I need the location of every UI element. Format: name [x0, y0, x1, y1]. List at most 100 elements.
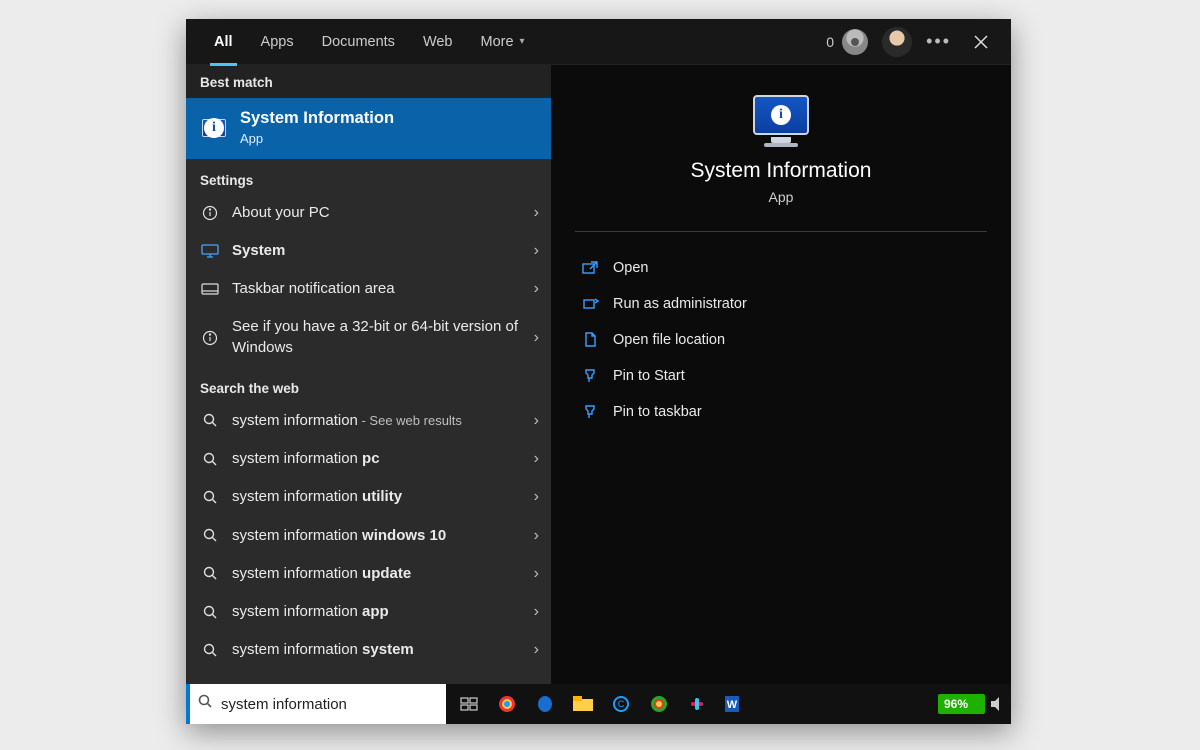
chevron-right-icon: › — [534, 603, 539, 621]
taskbar: C W 96% — [186, 684, 1011, 724]
app-icon-circle[interactable]: C — [604, 687, 638, 721]
web-result-windows-10[interactable]: system information windows 10 › — [186, 517, 551, 555]
chevron-right-icon: › — [534, 527, 539, 545]
action-label: Pin to Start — [613, 368, 685, 384]
web-result-see-web-results[interactable]: system information - See web results › — [186, 402, 551, 440]
chevron-right-icon: › — [534, 242, 539, 260]
info-icon — [200, 203, 220, 223]
web-result-label: system information update — [232, 564, 522, 584]
action-label: Run as administrator — [613, 296, 747, 312]
action-label: Open — [613, 260, 648, 276]
task-view-icon[interactable] — [452, 687, 486, 721]
section-header-search-web: Search the web — [186, 367, 551, 402]
settings-32-64-bit[interactable]: See if you have a 32-bit or 64-bit versi… — [186, 308, 551, 367]
detail-subtitle: App — [691, 189, 872, 205]
search-icon — [200, 449, 220, 469]
start-search-window: All Apps Documents Web More ▾ 0 ••• Best… — [186, 19, 1011, 724]
section-header-settings: Settings — [186, 159, 551, 194]
chrome-icon-2[interactable] — [642, 687, 676, 721]
monitor-icon — [200, 241, 220, 261]
search-icon — [200, 640, 220, 660]
search-input[interactable] — [221, 696, 438, 713]
chevron-right-icon: › — [534, 641, 539, 659]
divider — [575, 231, 987, 232]
detail-header: System Information App — [691, 95, 872, 205]
action-open[interactable]: Open — [575, 250, 987, 286]
close-icon — [974, 35, 988, 49]
word-icon[interactable]: W — [718, 687, 752, 721]
chevron-right-icon: › — [534, 329, 539, 347]
tab-more-label: More — [481, 34, 514, 50]
action-pin-to-start[interactable]: Pin to Start — [575, 358, 987, 394]
svg-text:W: W — [727, 699, 738, 711]
sound-icon[interactable] — [989, 687, 1005, 721]
more-options-button[interactable]: ••• — [926, 31, 951, 52]
tab-documents[interactable]: Documents — [308, 19, 409, 65]
search-icon — [198, 694, 213, 714]
chevron-right-icon: › — [534, 412, 539, 430]
settings-system[interactable]: System › — [186, 232, 551, 270]
medal-icon — [842, 29, 868, 55]
settings-about-your-pc[interactable]: About your PC › — [186, 194, 551, 232]
web-result-label: system information - See web results — [232, 411, 522, 431]
web-result-update[interactable]: system information update › — [186, 555, 551, 593]
tab-all[interactable]: All — [200, 19, 247, 65]
rewards-indicator[interactable]: 0 — [826, 29, 868, 55]
web-result-pc[interactable]: system information pc › — [186, 440, 551, 478]
section-header-best-match: Best match — [186, 65, 551, 98]
open-icon — [581, 259, 599, 277]
settings-item-label: Taskbar notification area — [232, 279, 522, 299]
action-label: Pin to taskbar — [613, 404, 702, 420]
settings-item-label: About your PC — [232, 203, 522, 223]
action-run-as-administrator[interactable]: Run as administrator — [575, 286, 987, 322]
tab-web[interactable]: Web — [409, 19, 467, 65]
search-icon — [200, 487, 220, 507]
search-results-list: Best match System Information App Settin… — [186, 65, 551, 684]
search-filter-tabs: All Apps Documents Web More ▾ 0 ••• — [186, 19, 1011, 65]
best-match-system-information[interactable]: System Information App — [186, 98, 551, 159]
best-match-title: System Information — [240, 109, 394, 127]
battery-indicator[interactable]: 96% — [938, 694, 985, 714]
chevron-right-icon: › — [534, 280, 539, 298]
search-icon — [200, 411, 220, 431]
pin-icon — [581, 367, 599, 385]
web-result-system[interactable]: system information system › — [186, 631, 551, 669]
taskbar-icon — [200, 279, 220, 299]
slack-icon[interactable] — [680, 687, 714, 721]
svg-text:C: C — [618, 699, 625, 709]
chevron-right-icon: › — [534, 204, 539, 222]
tab-more[interactable]: More ▾ — [467, 19, 539, 65]
web-result-label: system information pc — [232, 449, 522, 469]
file-explorer-icon[interactable] — [566, 687, 600, 721]
info-icon — [200, 328, 220, 348]
folder-icon — [581, 331, 599, 349]
rewards-points: 0 — [826, 34, 834, 50]
web-result-label: system information utility — [232, 487, 522, 507]
web-result-utility[interactable]: system information utility › — [186, 478, 551, 516]
settings-item-label: See if you have a 32-bit or 64-bit versi… — [232, 317, 522, 358]
settings-item-label: System — [232, 241, 522, 261]
chevron-right-icon: › — [534, 450, 539, 468]
action-open-file-location[interactable]: Open file location — [575, 322, 987, 358]
search-icon — [200, 526, 220, 546]
search-box[interactable] — [186, 684, 446, 724]
user-avatar[interactable] — [882, 27, 912, 57]
close-button[interactable] — [965, 26, 997, 58]
web-result-label: system information system — [232, 640, 522, 660]
app-icon-blue[interactable] — [528, 687, 562, 721]
shield-icon — [581, 295, 599, 313]
web-result-label: system information windows 10 — [232, 526, 522, 546]
best-match-subtitle: App — [240, 131, 263, 146]
action-label: Open file location — [613, 332, 725, 348]
chevron-right-icon: › — [534, 488, 539, 506]
detail-app-icon — [749, 95, 813, 147]
settings-taskbar-notification-area[interactable]: Taskbar notification area › — [186, 270, 551, 308]
detail-title: System Information — [691, 159, 872, 183]
chrome-icon[interactable] — [490, 687, 524, 721]
tab-apps[interactable]: Apps — [247, 19, 308, 65]
search-icon — [200, 602, 220, 622]
chevron-down-icon: ▾ — [520, 36, 525, 47]
action-pin-to-taskbar[interactable]: Pin to taskbar — [575, 394, 987, 430]
web-result-app[interactable]: system information app › — [186, 593, 551, 631]
web-result-label: system information app — [232, 602, 522, 622]
